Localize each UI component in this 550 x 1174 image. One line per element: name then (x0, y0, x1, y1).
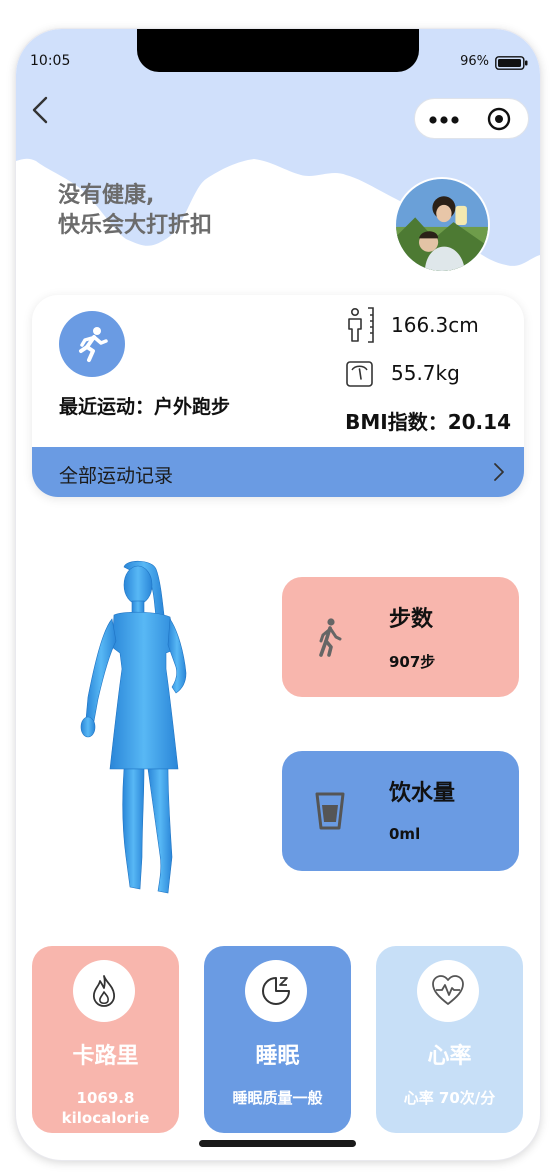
weight-scale-icon (346, 361, 373, 387)
height-value: 166.3cm (391, 313, 479, 337)
walking-icon (319, 618, 342, 657)
recent-activity: 最近运动：户外跑步 (59, 396, 231, 418)
water-card[interactable]: 饮水量 0ml (282, 751, 519, 871)
calories-icon-circle (73, 960, 135, 1022)
battery-icon (495, 56, 528, 70)
water-glass-icon (315, 792, 345, 830)
profile-card: 最近运动：户外跑步 166.3cm 55.7kg BMI指数：20.14 全部运… (32, 295, 524, 497)
sleep-card[interactable]: 睡眠 睡眠质量一般 (204, 946, 351, 1133)
all-records-link[interactable]: 全部运动记录 (32, 447, 524, 497)
home-indicator[interactable] (199, 1140, 356, 1147)
bmi-value: BMI指数：20.14 (345, 410, 511, 434)
steps-value: 907步 (389, 653, 436, 671)
water-value: 0ml (389, 825, 421, 843)
heart-rate-title: 心率 (427, 1044, 472, 1069)
chevron-right-icon (494, 463, 504, 481)
height-icon (348, 307, 374, 343)
running-icon (79, 327, 108, 362)
slogan-line-1: 没有健康, (58, 183, 155, 208)
sleep-moon-icon (262, 977, 290, 1005)
heart-rate-icon (432, 975, 464, 1005)
flame-icon (92, 975, 116, 1007)
steps-title: 步数 (389, 607, 434, 632)
notch (137, 29, 419, 72)
slogan-line-2: 快乐会大打折扣 (58, 213, 213, 238)
calories-value-number: 1069.8 (76, 1089, 135, 1107)
target-icon[interactable] (487, 107, 511, 131)
all-records-label: 全部运动记录 (59, 465, 174, 487)
battery-percent: 96% (460, 54, 489, 69)
run-badge (59, 311, 125, 377)
steps-card[interactable]: 步数 907步 (282, 577, 519, 697)
mini-program-capsule (414, 98, 529, 139)
heart-rate-card[interactable]: 心率 心率 70次/分 (376, 946, 523, 1133)
sleep-icon-circle (245, 960, 307, 1022)
sleep-value: 睡眠质量一般 (232, 1089, 323, 1107)
more-dots-icon[interactable] (429, 116, 461, 124)
body-model[interactable] (64, 557, 214, 899)
calories-card[interactable]: 卡路里 1069.8 kilocalorie (32, 946, 179, 1133)
weight-value: 55.7kg (391, 361, 460, 385)
calories-value-unit: kilocalorie (61, 1109, 150, 1127)
calories-title: 卡路里 (72, 1044, 139, 1069)
sleep-title: 睡眠 (255, 1044, 300, 1069)
status-time: 10:05 (30, 53, 71, 69)
back-chevron-icon[interactable] (30, 95, 52, 125)
phone-screen: 10:05 96% 没有健康, 快乐会大打折扣 最近运动：户外跑步 166.3c… (16, 29, 540, 1160)
user-avatar[interactable] (394, 177, 490, 273)
heart-icon-circle (417, 960, 479, 1022)
water-title: 饮水量 (389, 781, 456, 806)
heart-rate-value: 心率 70次/分 (403, 1089, 496, 1107)
slogan: 没有健康, 快乐会大打折扣 (58, 181, 212, 241)
calories-value: 1069.8 kilocalorie (32, 1088, 179, 1128)
